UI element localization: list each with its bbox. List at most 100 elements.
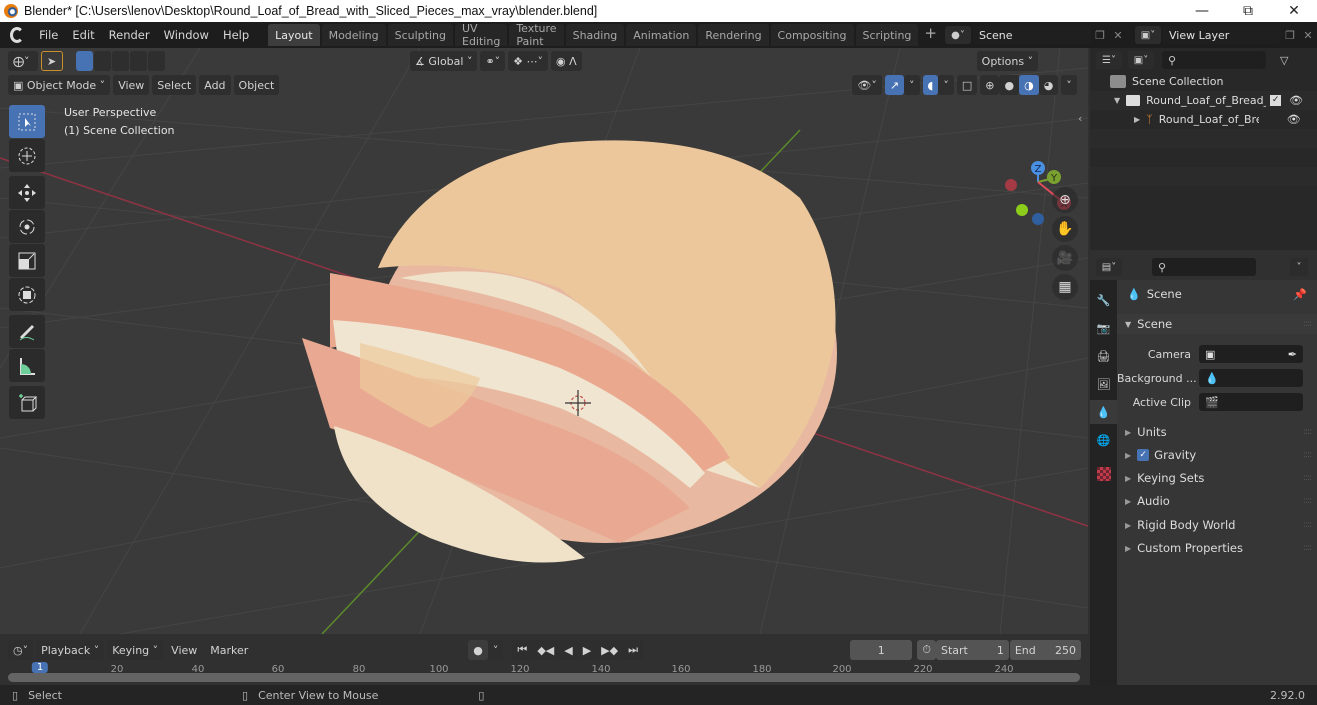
- object-menu[interactable]: Object: [233, 75, 280, 95]
- add-workspace-button[interactable]: +: [920, 24, 941, 46]
- expand-arrow-icon[interactable]: ▼: [1114, 96, 1120, 105]
- camera-field[interactable]: ▣ ✒: [1199, 345, 1303, 363]
- menu-help[interactable]: Help: [216, 28, 256, 42]
- outliner-search-input[interactable]: ⚲: [1162, 51, 1266, 69]
- restore-button[interactable]: ⧉: [1225, 0, 1271, 22]
- playhead[interactable]: 1: [31, 662, 49, 673]
- outliner-scene-collection[interactable]: Scene Collection: [1090, 72, 1317, 91]
- panel-audio[interactable]: ▶ Audio::::: [1117, 491, 1317, 511]
- tab-animation[interactable]: Animation: [626, 24, 697, 46]
- pin-icon[interactable]: 📌: [1293, 288, 1307, 301]
- select-tool-icon[interactable]: ➤: [41, 51, 63, 71]
- expand-arrow-icon[interactable]: ▶: [1134, 115, 1140, 124]
- tab-output[interactable]: 🖨: [1090, 344, 1117, 368]
- blender-menu-icon[interactable]: [10, 27, 25, 43]
- pivot-point-dropdown[interactable]: ⚭˅: [480, 51, 506, 71]
- background-scene-field[interactable]: 💧: [1199, 369, 1303, 387]
- stopwatch-icon[interactable]: ⏱: [917, 640, 936, 660]
- marker-menu[interactable]: Marker: [205, 640, 253, 660]
- gizmo-toggle[interactable]: ↗: [884, 75, 905, 95]
- select-subtract-mode-icon[interactable]: [112, 51, 129, 71]
- gizmo-dropdown[interactable]: ˅: [904, 75, 920, 95]
- menu-file[interactable]: File: [32, 28, 65, 42]
- zoom-view-button[interactable]: ⊕: [1052, 187, 1078, 213]
- view-layer-name-field[interactable]: View Layer: [1163, 26, 1281, 44]
- tab-sculpting[interactable]: Sculpting: [387, 24, 453, 46]
- tab-texture[interactable]: [1090, 462, 1117, 486]
- tab-modeling[interactable]: Modeling: [321, 24, 386, 46]
- scene-panel-header[interactable]: ▼ Scene ::::: [1117, 314, 1317, 334]
- timeline-scrollbar[interactable]: [8, 673, 1080, 682]
- xray-toggle[interactable]: □: [956, 75, 978, 95]
- active-clip-field[interactable]: 🎬: [1199, 393, 1303, 411]
- exclude-checkbox[interactable]: ✓: [1270, 95, 1282, 106]
- tab-shading[interactable]: Shading: [565, 24, 625, 46]
- scene-name-field[interactable]: Scene: [973, 26, 1091, 44]
- jump-to-next-keyframe-button[interactable]: ▶◆: [596, 640, 624, 660]
- editor-type-button[interactable]: ⨁˅: [8, 51, 38, 71]
- tab-scene[interactable]: 💧: [1090, 400, 1117, 424]
- solid-shading-button[interactable]: ●: [999, 75, 1020, 95]
- tool-cursor[interactable]: [9, 139, 45, 172]
- orthographic-toggle-button[interactable]: ▦: [1052, 274, 1078, 300]
- jump-to-prev-keyframe-button[interactable]: ◆◀: [532, 640, 560, 660]
- end-frame-field[interactable]: End 250: [1009, 640, 1081, 660]
- panel-custom-properties[interactable]: ▶ Custom Properties::::: [1117, 538, 1317, 558]
- options-dropdown[interactable]: Options ˅: [976, 51, 1039, 71]
- add-menu[interactable]: Add: [199, 75, 231, 95]
- scene-icon[interactable]: ●˅: [945, 26, 971, 44]
- 3d-viewport[interactable]: Z Y X ⨁˅ ➤ ∡ Global ˅ ⚭˅ ❖ ⋯˅ ◉ Λ Option…: [0, 48, 1088, 634]
- keying-dropdown[interactable]: ˅: [487, 640, 504, 660]
- new-scene-icon[interactable]: ❐: [1091, 26, 1109, 44]
- shading-dropdown[interactable]: ˅: [1061, 75, 1077, 95]
- menu-edit[interactable]: Edit: [65, 28, 101, 42]
- sidebar-toggle-icon[interactable]: ‹: [1078, 112, 1082, 125]
- eyedropper-icon[interactable]: ✒: [1288, 348, 1297, 361]
- select-intersect-mode-icon[interactable]: [148, 51, 165, 71]
- menu-render[interactable]: Render: [102, 28, 157, 42]
- select-menu[interactable]: Select: [152, 75, 197, 95]
- tab-world[interactable]: 🌐: [1090, 428, 1117, 452]
- outliner-item[interactable]: ▶ ᛉ Round_Loaf_of_Breac 👁: [1090, 110, 1317, 129]
- panel-units[interactable]: ▶ Units::::: [1117, 422, 1317, 442]
- play-reverse-button[interactable]: ◀: [559, 640, 578, 660]
- panel-gravity[interactable]: ▶ ✓ Gravity::::: [1117, 445, 1317, 465]
- overlay-toggle[interactable]: ◖: [922, 75, 939, 95]
- tab-render[interactable]: 📷: [1090, 316, 1117, 340]
- proportional-editing-toggle[interactable]: ◉ Λ: [551, 51, 582, 71]
- pan-view-button[interactable]: ✋: [1052, 216, 1078, 242]
- filter-icon[interactable]: ▽: [1280, 54, 1288, 67]
- timeline-editor-type[interactable]: ◷˅: [8, 640, 34, 660]
- tool-move[interactable]: [9, 176, 45, 209]
- rendered-shading-button[interactable]: ◕: [1038, 75, 1059, 95]
- play-button[interactable]: ▶: [577, 640, 597, 660]
- tool-scale[interactable]: [9, 244, 45, 277]
- current-frame-field[interactable]: 1: [850, 640, 913, 660]
- tab-view-layer[interactable]: 🖼: [1090, 372, 1117, 396]
- mode-dropdown[interactable]: ▣ Object Mode ˅: [8, 75, 111, 95]
- bread-model[interactable]: [302, 140, 837, 563]
- new-view-layer-icon[interactable]: ❐: [1281, 26, 1299, 44]
- view-menu[interactable]: View: [113, 75, 150, 95]
- outliner-item[interactable]: ▼ Round_Loaf_of_Bread_wi ✓ 👁: [1090, 91, 1317, 110]
- tab-compositing[interactable]: Compositing: [770, 24, 854, 46]
- timeline-view-menu[interactable]: View: [166, 640, 202, 660]
- gravity-checkbox[interactable]: ✓: [1137, 449, 1150, 461]
- tool-annotate[interactable]: [9, 315, 45, 348]
- tab-scripting[interactable]: Scripting: [855, 24, 919, 46]
- minimize-button[interactable]: —: [1179, 0, 1225, 22]
- transform-orientation-dropdown[interactable]: ∡ Global ˅: [410, 51, 478, 71]
- select-extend-mode-icon[interactable]: [94, 51, 111, 71]
- drag-handle-icon[interactable]: ::::: [1303, 319, 1312, 329]
- delete-view-layer-icon[interactable]: ✕: [1299, 26, 1317, 44]
- keying-menu[interactable]: Keying ˅: [107, 640, 164, 660]
- visibility-dropdown[interactable]: 👁˅: [852, 75, 882, 95]
- close-button[interactable]: ✕: [1271, 0, 1317, 22]
- filter-view-dropdown[interactable]: ▣˅: [1128, 51, 1154, 69]
- tool-measure[interactable]: [9, 349, 45, 382]
- jump-to-end-button[interactable]: ⏭: [623, 640, 643, 660]
- tab-rendering[interactable]: Rendering: [698, 24, 769, 46]
- material-preview-shading-button[interactable]: ◑: [1019, 75, 1039, 95]
- tab-uv-editing[interactable]: UV Editing: [455, 22, 508, 48]
- display-mode-dropdown[interactable]: ☰˅: [1096, 51, 1122, 69]
